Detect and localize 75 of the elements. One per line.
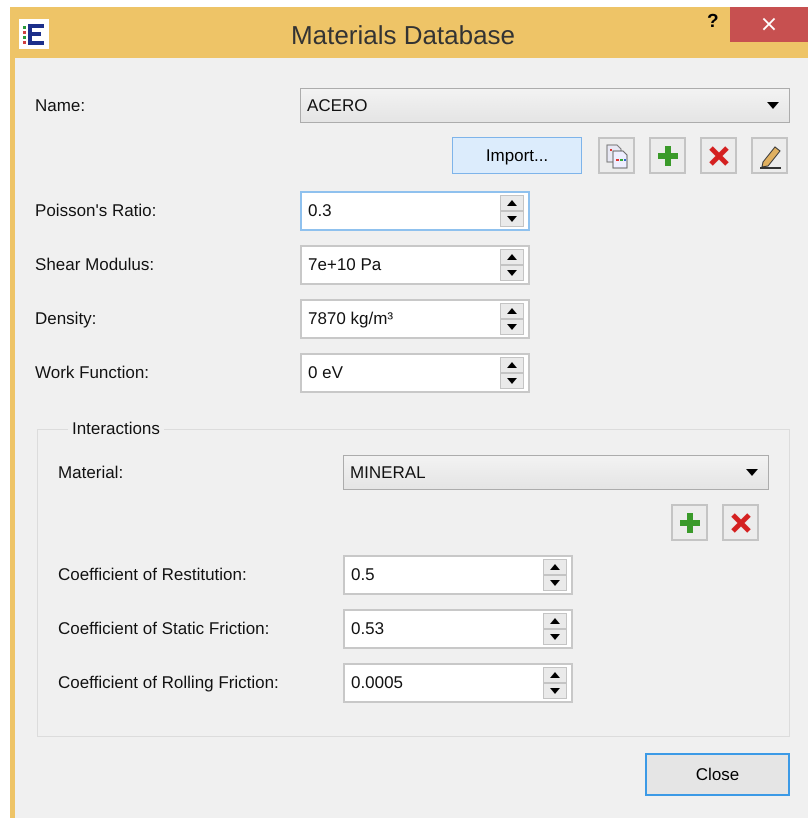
- spin-box[interactable]: 0.0005: [343, 663, 573, 703]
- material-dropdown[interactable]: MINERAL: [343, 455, 769, 490]
- step-up-button[interactable]: [500, 195, 524, 211]
- step-down-button[interactable]: [543, 683, 567, 699]
- up-arrow-icon: [507, 308, 517, 314]
- name-dropdown[interactable]: ACERO: [300, 88, 790, 123]
- down-arrow-icon: [550, 580, 560, 586]
- step-up-button[interactable]: [500, 249, 524, 265]
- spin-box[interactable]: 7870 kg/m³: [300, 299, 530, 339]
- up-arrow-icon: [507, 254, 517, 260]
- coefficient-label: Coefficient of Static Friction:: [58, 619, 270, 639]
- step-down-button[interactable]: [543, 629, 567, 645]
- step-down-button[interactable]: [500, 319, 524, 335]
- plus-icon: [678, 510, 702, 534]
- up-arrow-icon: [550, 564, 560, 570]
- step-down-button[interactable]: [500, 265, 524, 281]
- cross-icon: [730, 512, 752, 534]
- step-up-button[interactable]: [543, 613, 567, 629]
- name-label: Name:: [35, 96, 86, 116]
- copy-icon: [604, 142, 630, 168]
- spin-box[interactable]: 7e+10 Pa: [300, 245, 530, 285]
- down-arrow-icon: [507, 324, 517, 330]
- plus-icon: [656, 144, 680, 168]
- spin-value: 0.3: [308, 201, 332, 221]
- up-arrow-icon: [507, 362, 517, 368]
- spin-value: 0 eV: [308, 363, 343, 383]
- add-button[interactable]: [649, 137, 686, 174]
- coefficient-label: Coefficient of Restitution:: [58, 565, 248, 585]
- add-button[interactable]: [671, 504, 708, 541]
- spin-value: 7870 kg/m³: [308, 309, 394, 329]
- close-button[interactable]: ×: [730, 7, 808, 42]
- property-label: Density:: [35, 309, 98, 329]
- copy-button[interactable]: [598, 137, 635, 174]
- material-label: Material:: [58, 462, 124, 482]
- spin-box[interactable]: 0.5: [343, 555, 573, 595]
- step-down-button[interactable]: [500, 211, 524, 227]
- down-arrow-icon: [550, 634, 560, 640]
- step-down-button[interactable]: [543, 575, 567, 591]
- spin-box[interactable]: 0.3: [300, 191, 530, 231]
- up-arrow-icon: [550, 672, 560, 678]
- edit-button[interactable]: [751, 137, 788, 174]
- coefficient-label: Coefficient of Rolling Friction:: [58, 673, 280, 693]
- spin-box[interactable]: 0.53: [343, 609, 573, 649]
- down-arrow-icon: [507, 270, 517, 276]
- down-arrow-icon: [550, 688, 560, 694]
- step-down-button[interactable]: [500, 373, 524, 389]
- spin-value: 7e+10 Pa: [308, 255, 382, 275]
- step-up-button[interactable]: [543, 559, 567, 575]
- up-arrow-icon: [550, 618, 560, 624]
- step-up-button[interactable]: [500, 357, 524, 373]
- property-label: Poisson's Ratio:: [35, 201, 158, 221]
- step-up-button[interactable]: [500, 303, 524, 319]
- app-logo-icon: [19, 19, 49, 49]
- import-button[interactable]: Import...: [452, 137, 582, 174]
- delete-button[interactable]: [700, 137, 737, 174]
- dropdown-value: ACERO: [307, 96, 368, 116]
- group-title: Interactions: [71, 419, 161, 439]
- property-label: Shear Modulus:: [35, 255, 156, 275]
- cross-icon: [708, 144, 730, 166]
- property-label: Work Function:: [35, 363, 150, 383]
- caret-icon: [746, 469, 758, 476]
- help-button[interactable]: ?: [701, 7, 725, 37]
- down-arrow-icon: [507, 378, 517, 384]
- spin-value: 0.0005: [351, 673, 403, 693]
- close-dialog-button[interactable]: Close: [645, 753, 790, 796]
- spin-value: 0.5: [351, 565, 375, 585]
- dropdown-value: MINERAL: [350, 462, 426, 482]
- spin-box[interactable]: 0 eV: [300, 353, 530, 393]
- window-title: Materials Database: [291, 20, 515, 51]
- delete-button[interactable]: [722, 504, 759, 541]
- spin-value: 0.53: [351, 619, 384, 639]
- up-arrow-icon: [507, 200, 517, 206]
- caret-icon: [767, 102, 779, 109]
- step-up-button[interactable]: [543, 667, 567, 683]
- down-arrow-icon: [507, 216, 517, 222]
